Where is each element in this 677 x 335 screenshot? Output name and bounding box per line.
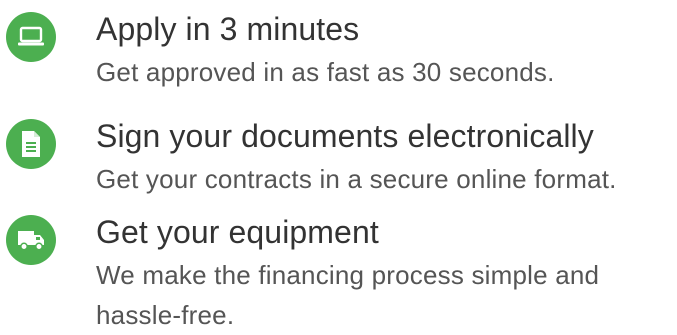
laptop-icon	[6, 12, 56, 62]
step-title: Apply in 3 minutes	[96, 11, 360, 47]
truck-icon	[6, 215, 56, 265]
steps-list: Apply in 3 minutes Get approved in as fa…	[0, 0, 677, 335]
step-title: Sign your documents electronically	[96, 118, 594, 154]
step-description: We make the financing process simple and…	[96, 260, 600, 330]
step-title: Get your equipment	[96, 214, 379, 250]
step-description: Get your contracts in a secure online fo…	[96, 164, 617, 194]
document-icon	[6, 119, 56, 169]
step-description: Get approved in as fast as 30 seconds.	[96, 57, 555, 87]
